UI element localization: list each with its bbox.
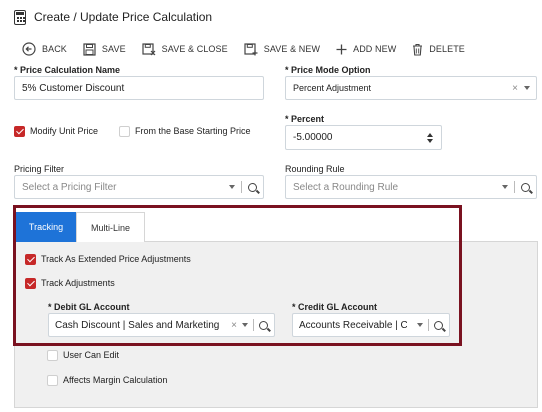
base-starting-price-label: From the Base Starting Price [135,126,251,136]
delete-button[interactable]: DELETE [412,43,465,56]
base-starting-price-checkbox[interactable] [119,126,130,137]
clear-icon[interactable]: × [231,320,237,331]
pricing-filter-select[interactable]: Select a Pricing Filter [14,175,264,199]
add-new-label: ADD NEW [353,44,397,54]
save-button[interactable]: SAVE [83,42,126,56]
affects-margin-calculation-checkbox[interactable] [47,375,58,386]
affects-margin-calculation-label: Affects Margin Calculation [63,375,168,385]
chevron-down-icon[interactable] [502,185,508,189]
modify-unit-price-checkbox[interactable] [14,126,25,137]
chevron-down-icon[interactable] [524,86,530,90]
save-close-label: SAVE & CLOSE [161,44,228,54]
floppy-disk-icon [83,42,96,56]
percent-input[interactable]: -5.00000 [285,125,442,150]
chevron-down-icon[interactable] [417,323,423,327]
search-icon[interactable] [434,320,443,330]
toolbar: BACK SAVE SAVE & CLOSE SAVE & NEW ADD NE… [22,40,465,58]
tab-tracking[interactable]: Tracking [16,212,76,242]
page-title: Create / Update Price Calculation [34,10,213,24]
save-new-label: SAVE & NEW [263,44,321,54]
rounding-rule-label: Rounding Rule [285,164,345,174]
credit-gl-account-label: * Credit GL Account [292,302,378,312]
search-icon[interactable] [248,182,257,192]
rounding-rule-placeholder: Select a Rounding Rule [293,181,399,193]
debit-gl-account-label: * Debit GL Account [48,302,130,312]
price-mode-option-select[interactable]: Percent Adjustment × [285,76,537,100]
price-calculation-name-label: * Price Calculation Name [14,65,121,75]
save-new-icon [244,42,258,55]
trash-icon [413,43,423,56]
price-mode-option-value: Percent Adjustment [293,83,372,93]
back-arrow-icon [22,42,36,56]
user-can-edit-label: User Can Edit [63,350,120,360]
plus-icon [336,44,347,54]
chevron-down-icon[interactable] [229,185,235,189]
credit-gl-account-value: Accounts Receivable | C [299,319,407,331]
percent-label: * Percent [285,114,325,124]
divider [428,319,429,331]
credit-gl-account-select[interactable]: Accounts Receivable | C [292,313,450,337]
pricing-filter-placeholder: Select a Pricing Filter [22,181,117,193]
percent-stepper-icon[interactable] [427,132,433,143]
debit-gl-account-value: Cash Discount | Sales and Marketing [55,319,220,331]
track-adjustments-label: Track Adjustments [41,278,115,288]
user-can-edit-checkbox[interactable] [47,350,58,361]
chevron-down-icon[interactable] [242,323,248,327]
search-icon[interactable] [259,320,268,330]
save-label: SAVE [101,44,126,54]
percent-value: -5.00000 [293,132,333,143]
modify-unit-price-label: Modify Unit Price [30,126,99,136]
price-calculation-name-value: 5% Customer Discount [22,82,125,94]
tab-multi-line[interactable]: Multi-Line [76,212,145,242]
price-calculation-name-input[interactable]: 5% Customer Discount [14,76,264,100]
window-title-bar: Create / Update Price Calculation [14,8,212,26]
divider [253,319,254,331]
add-new-button[interactable]: ADD NEW [336,44,396,55]
back-button[interactable]: BACK [22,42,67,56]
track-extended-price-adjustments-label: Track As Extended Price Adjustments [41,254,191,264]
rounding-rule-select[interactable]: Select a Rounding Rule [285,175,537,199]
divider [241,181,242,193]
track-extended-price-adjustments-checkbox[interactable] [25,254,36,265]
calculator-icon [14,9,26,25]
pricing-filter-label: Pricing Filter [14,164,65,174]
debit-gl-account-select[interactable]: Cash Discount | Sales and Marketing × [48,313,275,337]
save-and-close-button[interactable]: SAVE & CLOSE [142,42,228,56]
delete-label: DELETE [429,44,465,54]
track-adjustments-checkbox[interactable] [25,278,36,289]
save-close-icon [142,42,156,55]
search-icon[interactable] [521,182,530,192]
price-mode-option-label: * Price Mode Option [285,65,371,75]
back-label: BACK [42,44,67,54]
divider [514,181,515,193]
clear-icon[interactable]: × [512,83,518,94]
save-and-new-button[interactable]: SAVE & NEW [244,42,321,56]
